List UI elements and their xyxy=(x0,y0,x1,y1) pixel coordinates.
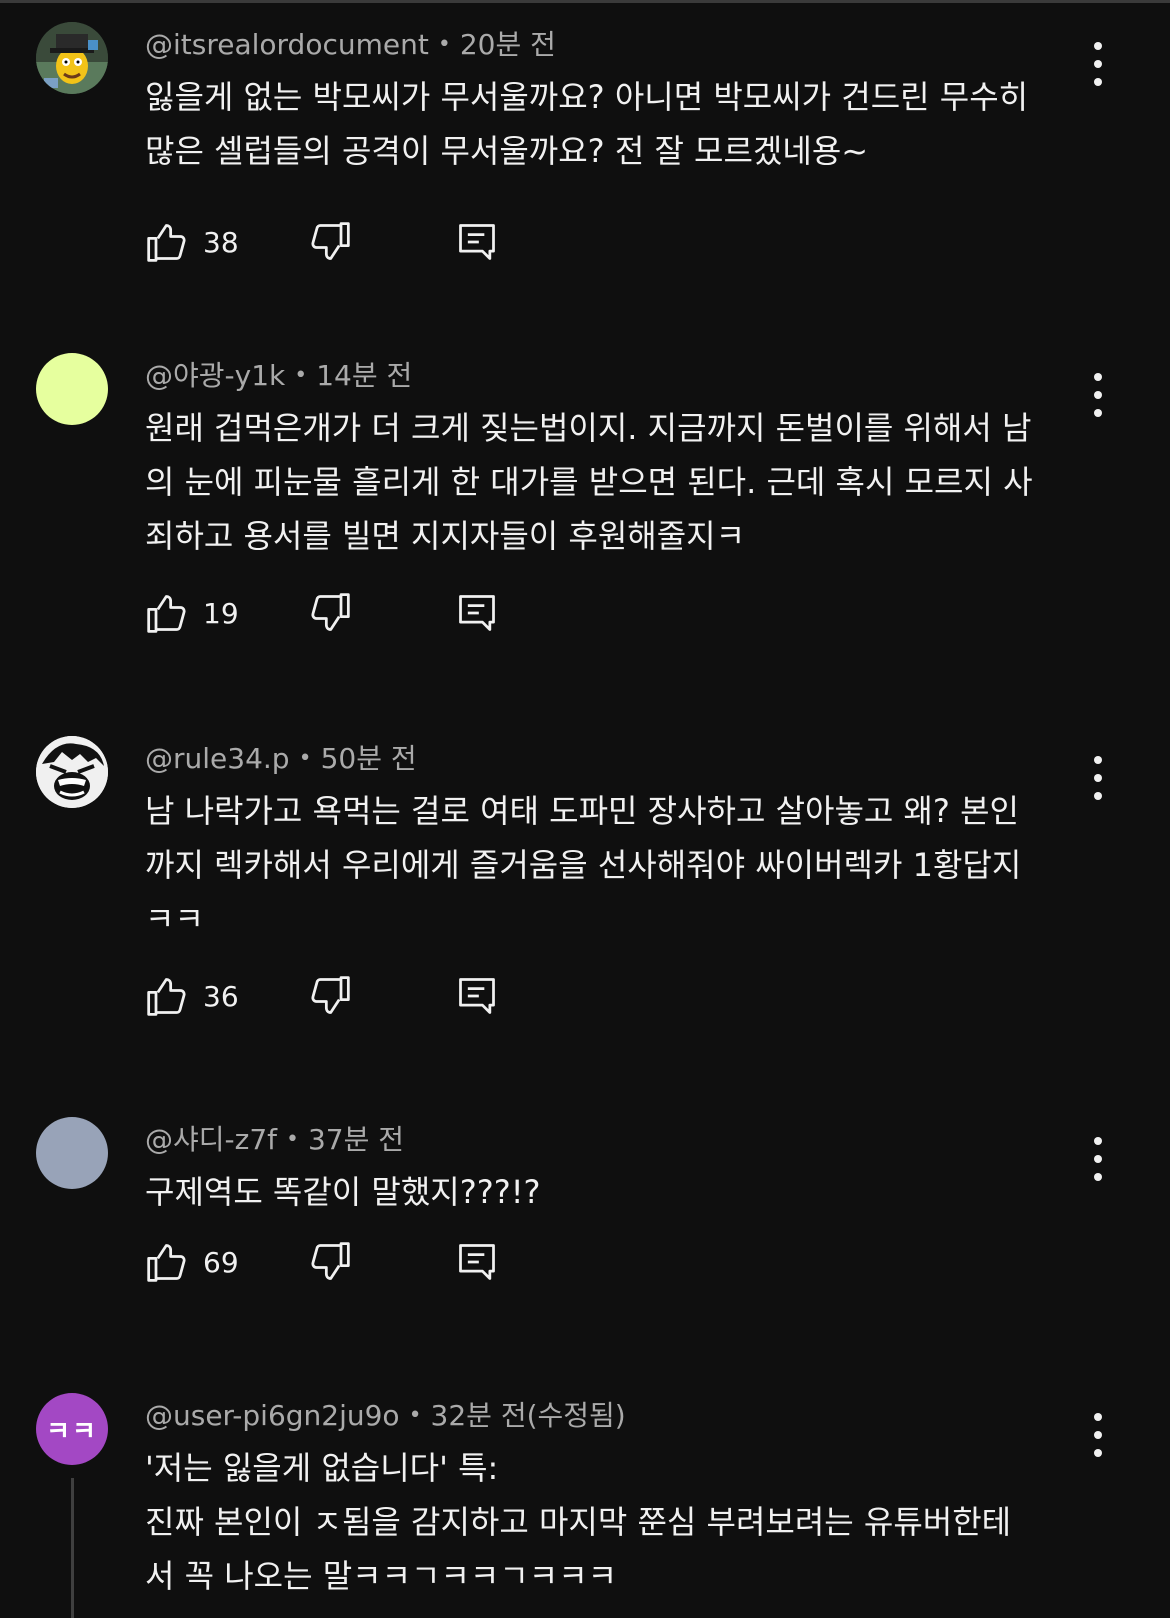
more-dot xyxy=(1094,1449,1102,1457)
more-options-button[interactable] xyxy=(1080,1137,1116,1181)
comment-meta: @샤디-z7f • 37분 전 xyxy=(145,1123,404,1160)
more-dot xyxy=(1094,1155,1102,1163)
timestamp[interactable]: 14분 전 xyxy=(316,359,412,392)
more-dot xyxy=(1094,1173,1102,1181)
thumbs-up-icon xyxy=(147,978,186,1016)
comment-text: '저는 잃을게 없습니다' 특: 진짜 본인이 ㅈ됨을 감지하고 마지막 쭌심 … xyxy=(145,1449,1012,1595)
timestamp[interactable]: 37분 전 xyxy=(308,1123,404,1156)
reply-button[interactable] xyxy=(455,971,499,1021)
separator-dot: • xyxy=(294,363,308,388)
like-button[interactable]: 69 xyxy=(145,1237,239,1287)
avatar-initials: ㅋㅋ xyxy=(46,1416,98,1447)
comment-meta: @야광-y1k • 14분 전 xyxy=(145,359,412,396)
thumbs-down-icon xyxy=(311,1242,350,1280)
reply-comment-icon xyxy=(459,1244,495,1280)
reply-button[interactable] xyxy=(455,588,499,638)
comment-actions: 38 xyxy=(145,217,645,267)
more-dot xyxy=(1094,60,1102,68)
comment-actions: 69 xyxy=(145,1237,645,1287)
reply-thread-line xyxy=(71,1478,74,1618)
like-count: 36 xyxy=(203,979,239,1013)
comment-actions: 36 xyxy=(145,971,645,1021)
reply-button[interactable] xyxy=(455,1237,499,1287)
author-handle[interactable]: @user-pi6gn2ju9o xyxy=(145,1399,400,1432)
timestamp[interactable]: 50분 전 xyxy=(321,742,417,775)
more-dot xyxy=(1094,409,1102,417)
more-dot xyxy=(1094,792,1102,800)
author-handle[interactable]: @rule34.p xyxy=(145,742,290,775)
comment-meta: @user-pi6gn2ju9o • 32분 전(수정됨) xyxy=(145,1399,626,1436)
comment-actions: 19 xyxy=(145,588,645,638)
comment-text: 잃을게 없는 박모씨가 무서울까요? 아니면 박모씨가 건드린 무수히 많은 셀… xyxy=(145,78,1029,170)
thumbs-down-icon xyxy=(311,593,350,631)
more-options-button[interactable] xyxy=(1080,373,1116,417)
more-dot xyxy=(1094,1431,1102,1439)
top-edge-divider xyxy=(0,0,1170,3)
author-handle[interactable]: @itsrealordocument xyxy=(145,28,429,61)
more-vertical-icon xyxy=(1094,42,1102,50)
more-options-button[interactable] xyxy=(1080,1413,1116,1457)
comment-text: 남 나락가고 욕먹는 걸로 여태 도파민 장사하고 살아놓고 왜? 본인 까지 … xyxy=(145,792,1022,938)
reply-comment-icon xyxy=(459,978,495,1014)
thumbs-up-icon xyxy=(147,224,186,262)
dislike-button[interactable] xyxy=(308,1237,352,1287)
more-options-button[interactable] xyxy=(1080,42,1116,86)
reply-button[interactable] xyxy=(455,217,499,267)
like-count: 69 xyxy=(203,1245,239,1279)
like-button[interactable]: 36 xyxy=(145,971,239,1021)
timestamp[interactable]: 32분 전(수정됨) xyxy=(431,1399,626,1432)
comment-meta: @rule34.p • 50분 전 xyxy=(145,742,417,779)
avatar[interactable] xyxy=(36,353,108,425)
avatar[interactable]: ㅋㅋ xyxy=(36,1393,108,1465)
comment-text: 구제역도 똑같이 말했지???!? xyxy=(145,1173,541,1211)
dislike-button[interactable] xyxy=(308,217,352,267)
separator-dot: • xyxy=(298,746,312,771)
thumbs-up-icon xyxy=(147,1244,186,1282)
more-dot xyxy=(1094,78,1102,86)
comment-meta: @itsrealordocument • 20분 전 xyxy=(145,28,556,65)
more-dot xyxy=(1094,774,1102,782)
like-count: 38 xyxy=(203,225,239,259)
more-vertical-icon xyxy=(1094,756,1102,764)
comment-text: 원래 겁먹은개가 더 크게 짖는법이지. 지금까지 돈벌이를 위해서 남 의 눈… xyxy=(145,409,1033,555)
author-handle[interactable]: @야광-y1k xyxy=(145,359,285,392)
like-button[interactable]: 38 xyxy=(145,217,239,267)
dislike-button[interactable] xyxy=(308,588,352,638)
thumbs-down-icon xyxy=(311,222,350,260)
like-button[interactable]: 19 xyxy=(145,588,239,638)
separator-dot: • xyxy=(437,32,451,57)
more-vertical-icon xyxy=(1094,1413,1102,1421)
reply-comment-icon xyxy=(459,595,495,631)
thumbs-up-icon xyxy=(147,595,186,633)
timestamp[interactable]: 20분 전 xyxy=(460,28,556,61)
avatar[interactable] xyxy=(36,736,108,808)
reply-comment-icon xyxy=(459,224,495,260)
more-vertical-icon xyxy=(1094,373,1102,381)
thumbs-down-icon xyxy=(311,976,350,1014)
more-dot xyxy=(1094,391,1102,399)
like-count: 19 xyxy=(203,596,239,630)
manga-face-avatar-icon xyxy=(36,736,108,808)
more-options-button[interactable] xyxy=(1080,756,1116,800)
separator-dot: • xyxy=(408,1403,422,1428)
more-vertical-icon xyxy=(1094,1137,1102,1145)
separator-dot: • xyxy=(286,1127,299,1152)
author-handle[interactable]: @샤디-z7f xyxy=(145,1123,277,1156)
avatar[interactable] xyxy=(36,1117,108,1189)
cartoon-avatar-icon xyxy=(36,22,108,94)
avatar[interactable] xyxy=(36,22,108,94)
dislike-button[interactable] xyxy=(308,971,352,1021)
